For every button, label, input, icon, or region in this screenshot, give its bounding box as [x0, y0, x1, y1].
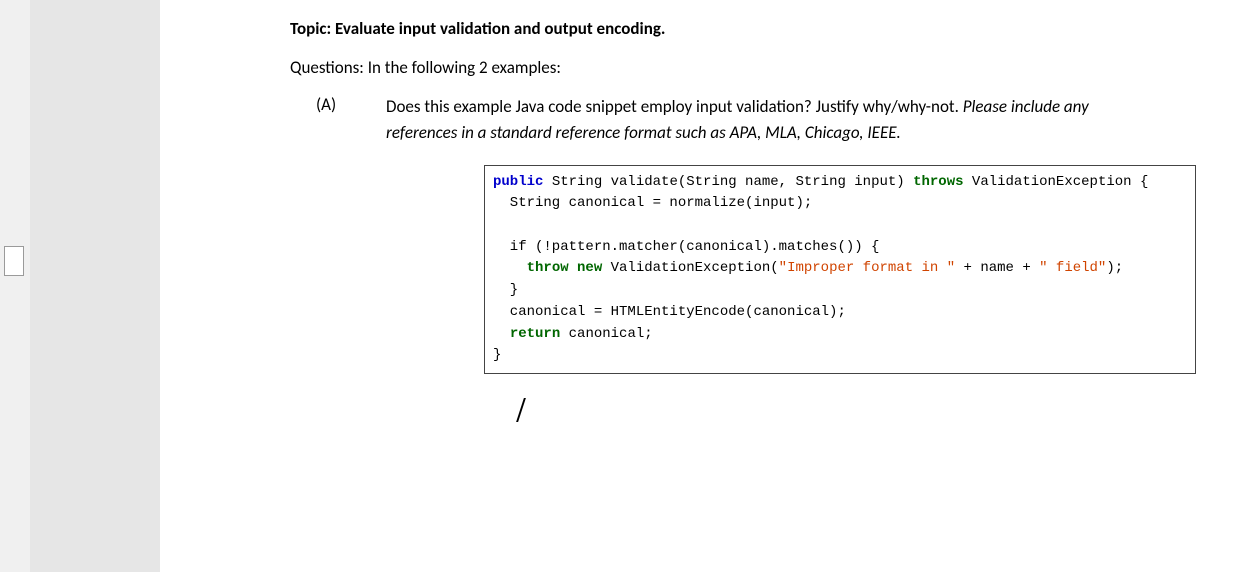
questions-intro: Questions: In the following 2 examples: [290, 57, 1150, 78]
topic-label: Topic: [290, 18, 335, 39]
code-throw-mid: ValidationException( [602, 260, 778, 276]
list-item-a: (A) Does this example Java code snippet … [316, 94, 1150, 374]
page-margin-gutter [30, 0, 160, 572]
code-line-2: String canonical = normalize(input); [493, 195, 812, 211]
code-close-if: } [493, 282, 518, 298]
document-content: Topic: Evaluate input validation and out… [290, 18, 1150, 374]
code-ret-post: canonical; [560, 326, 652, 342]
code-ret-pre [493, 326, 510, 342]
text-cursor [516, 398, 526, 422]
list-body-a: Does this example Java code snippet empl… [386, 94, 1150, 147]
item-a-text: Does this example Java code snippet empl… [386, 96, 963, 117]
code-line-enc: canonical = HTMLEntityEncode(canonical); [493, 304, 846, 320]
code-snippet: public String validate(String name, Stri… [484, 165, 1196, 374]
ruler-tab-marker[interactable] [4, 246, 24, 276]
code-throw-mid2: + name + [955, 260, 1039, 276]
list-marker-a: (A) [316, 94, 374, 115]
code-close: } [493, 347, 501, 363]
code-kw-return: return [510, 326, 560, 342]
code-str-2: " field" [1039, 260, 1106, 276]
code-str-1: "Improper format in " [779, 260, 955, 276]
vertical-ruler [0, 0, 30, 572]
topic-text: Evaluate input validation and output enc… [335, 18, 665, 39]
topic-heading: Topic: Evaluate input validation and out… [290, 18, 1150, 39]
code-sig-tail: ValidationException { [964, 174, 1149, 190]
code-kw-throws: throws [913, 174, 963, 190]
code-sig-rest: String validate(String name, String inpu… [543, 174, 913, 190]
code-kw-new: new [569, 260, 603, 276]
code-throw-end: ); [1106, 260, 1123, 276]
code-throw-pre [493, 260, 527, 276]
document-page: Topic: Evaluate input validation and out… [160, 0, 1256, 572]
code-kw-public: public [493, 174, 543, 190]
code-line-if: if (!pattern.matcher(canonical).matches(… [493, 239, 879, 255]
code-kw-throw: throw [527, 260, 569, 276]
